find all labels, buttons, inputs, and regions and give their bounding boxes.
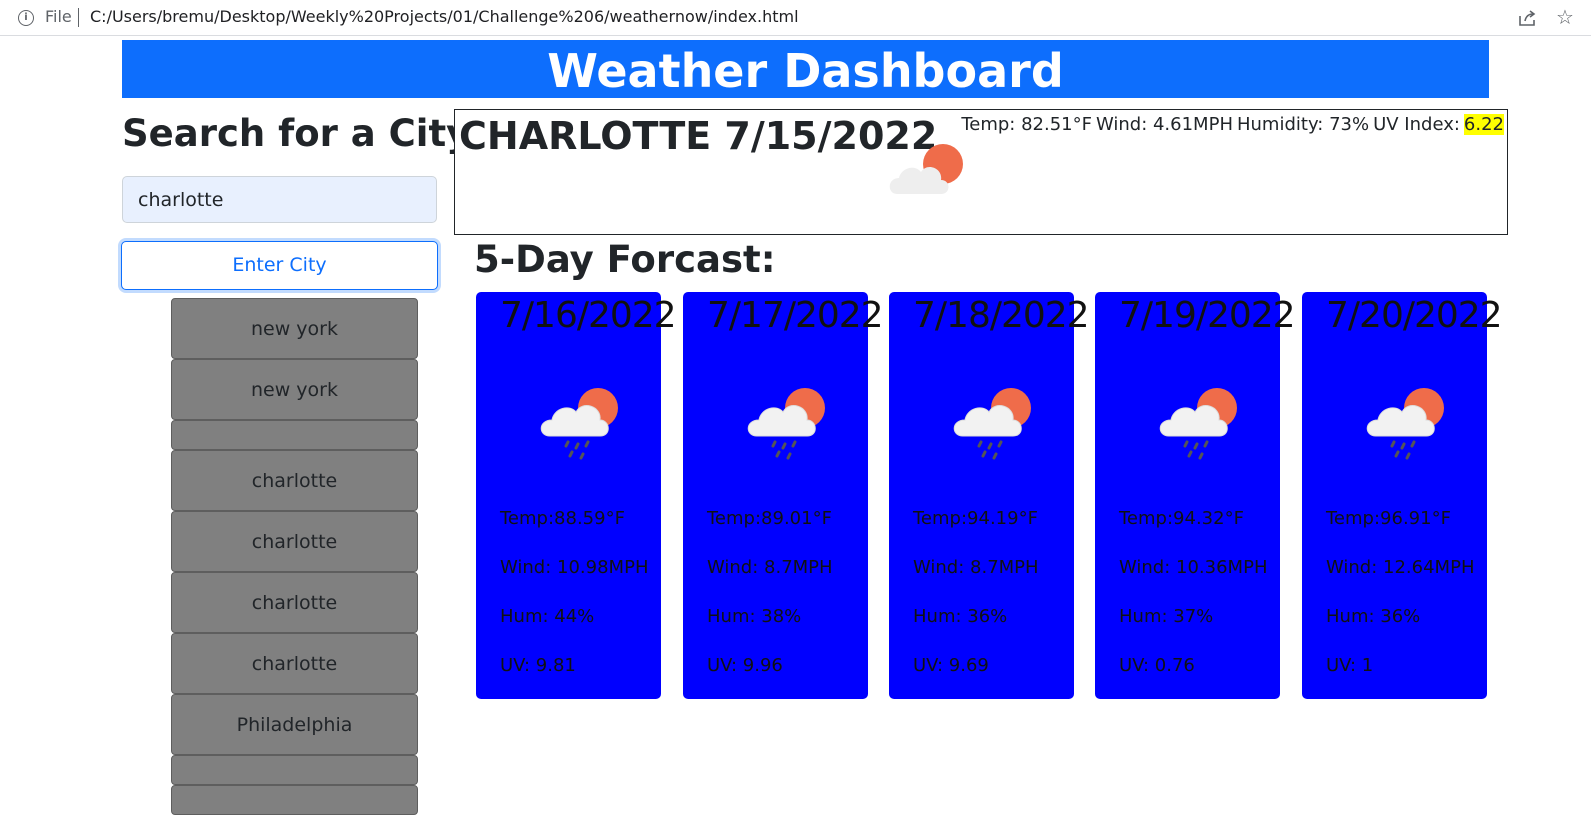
forecast-wind: Wind: 8.7MPH	[913, 557, 1039, 578]
history-city-button[interactable]	[171, 785, 418, 815]
forecast-uv: UV: 1	[1326, 655, 1374, 676]
history-city-button[interactable]: new york	[171, 298, 418, 359]
current-city-date: CHARLOTTE 7/15/2022	[459, 114, 938, 158]
forecast-date: 7/19/2022	[1119, 295, 1296, 336]
current-temp: Temp: 82.51°F	[961, 114, 1092, 135]
history-city-button[interactable]: charlotte	[171, 511, 418, 572]
forecast-heading: 5-Day Forcast:	[474, 238, 776, 281]
forecast-wind: Wind: 10.36MPH	[1119, 557, 1268, 578]
forecast-date: 7/20/2022	[1326, 295, 1503, 336]
partly-cloudy-icon	[889, 144, 963, 194]
rain-sun-icon	[953, 388, 1031, 460]
history-city-button[interactable]: charlotte	[171, 572, 418, 633]
address-separator	[78, 8, 79, 27]
history-city-button[interactable]: Philadelphia	[171, 694, 418, 755]
forecast-temp: Temp:94.32°F	[1119, 508, 1244, 529]
forecast-humidity: Hum: 44%	[500, 606, 595, 627]
forecast-humidity: Hum: 38%	[707, 606, 802, 627]
history-city-button[interactable]: charlotte	[171, 633, 418, 694]
history-city-button[interactable]: new york	[171, 359, 418, 420]
forecast-temp: Temp:94.19°F	[913, 508, 1038, 529]
file-label: File	[45, 7, 72, 26]
browser-address-bar: i File C:/Users/bremu/Desktop/Weekly%20P…	[0, 0, 1591, 36]
current-humidity: Humidity: 73%	[1236, 114, 1370, 135]
history-city-button[interactable]: charlotte	[171, 450, 418, 511]
forecast-wind: Wind: 10.98MPH	[500, 557, 649, 578]
forecast-card: 7/16/2022 Temp:88.59°F Wind: 10.98MPH Hu…	[476, 292, 677, 699]
forecast-humidity: Hum: 36%	[913, 606, 1008, 627]
history-city-button[interactable]	[171, 755, 418, 785]
forecast-card: 7/20/2022 Temp:96.91°F Wind: 12.64MPH Hu…	[1302, 292, 1503, 699]
current-weather-panel: CHARLOTTE 7/15/2022 Temp: 82.51°F Wind: …	[454, 109, 1508, 235]
rain-sun-icon	[540, 388, 618, 460]
uv-index-badge: 6.22	[1463, 114, 1504, 135]
forecast-uv: UV: 9.81	[500, 655, 576, 676]
search-heading: Search for a City:	[122, 112, 486, 155]
rain-sun-icon	[1366, 388, 1444, 460]
enter-city-button[interactable]: Enter City	[121, 241, 438, 290]
forecast-row: 7/16/2022 Temp:88.59°F Wind: 10.98MPH Hu…	[476, 292, 1503, 700]
current-wind: Wind: 4.61MPH	[1095, 114, 1233, 135]
city-search-input[interactable]	[122, 176, 437, 223]
forecast-humidity: Hum: 37%	[1119, 606, 1214, 627]
forecast-card: 7/17/2022 Temp:89.01°F Wind: 8.7MPH Hum:…	[683, 292, 884, 699]
forecast-temp: Temp:96.91°F	[1326, 508, 1451, 529]
page-title: Weather Dashboard	[122, 40, 1489, 98]
rain-sun-icon	[1159, 388, 1237, 460]
forecast-date: 7/18/2022	[913, 295, 1090, 336]
history-city-button[interactable]	[171, 420, 418, 450]
forecast-date: 7/16/2022	[500, 295, 677, 336]
forecast-uv: UV: 9.96	[707, 655, 783, 676]
forecast-date: 7/17/2022	[707, 295, 884, 336]
forecast-wind: Wind: 8.7MPH	[707, 557, 833, 578]
forecast-temp: Temp:89.01°F	[707, 508, 832, 529]
rain-sun-icon	[747, 388, 825, 460]
bookmark-star-icon[interactable]: ☆	[1556, 7, 1574, 27]
forecast-humidity: Hum: 36%	[1326, 606, 1421, 627]
current-stats: Temp: 82.51°F Wind: 4.61MPH Humidity: 73…	[961, 114, 1504, 135]
forecast-wind: Wind: 12.64MPH	[1326, 557, 1475, 578]
current-uv-label: UV Index:	[1373, 114, 1460, 135]
url-field[interactable]: C:/Users/bremu/Desktop/Weekly%20Projects…	[90, 7, 799, 26]
forecast-uv: UV: 0.76	[1119, 655, 1195, 676]
forecast-uv: UV: 9.69	[913, 655, 989, 676]
search-history-list: new york new york charlotte charlotte charlo…	[171, 298, 418, 815]
forecast-card: 7/18/2022 Temp:94.19°F Wind: 8.7MPH Hum:…	[889, 292, 1090, 699]
info-icon[interactable]: i	[18, 10, 34, 26]
forecast-card: 7/19/2022 Temp:94.32°F Wind: 10.36MPH Hu…	[1095, 292, 1296, 699]
forecast-temp: Temp:88.59°F	[500, 508, 625, 529]
share-icon[interactable]	[1517, 8, 1537, 28]
